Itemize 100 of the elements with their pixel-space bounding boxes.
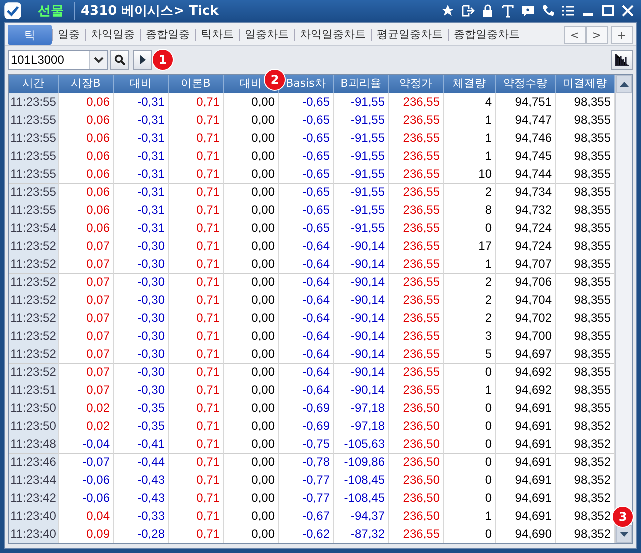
column-header: 시간 [9, 75, 59, 93]
table-cell: -0,30 [114, 273, 169, 291]
table-cell: -0,44 [114, 453, 169, 471]
tab[interactable]: 차익일중 [85, 29, 140, 41]
table-cell: 2 [444, 183, 496, 201]
time-cell: 11:23:55 [9, 165, 59, 183]
time-cell: 11:23:50 [9, 417, 59, 435]
table-cell: 0,71 [169, 453, 224, 471]
scroll-down-button[interactable] [616, 525, 632, 543]
table-cell: 0,07 [59, 273, 114, 291]
table-cell: -91,55 [334, 183, 389, 201]
star-icon[interactable] [441, 4, 455, 18]
down-arrow-icon [620, 532, 628, 536]
play-button[interactable] [133, 50, 152, 70]
table-cell: -0,07 [59, 453, 114, 471]
column-header: 대비 [114, 75, 169, 93]
time-cell: 11:23:52 [9, 255, 59, 273]
table-cell: 98,352 [556, 453, 615, 471]
table-cell: 0,00 [224, 453, 279, 471]
app-logo-icon [4, 2, 22, 20]
time-cell: 11:23:54 [9, 219, 59, 237]
table-cell: 0,71 [169, 183, 224, 201]
time-cell: 11:23:50 [9, 399, 59, 417]
maximize-icon[interactable] [601, 4, 615, 18]
table-cell: 236,50 [389, 453, 444, 471]
time-cell: 11:23:52 [9, 363, 59, 381]
time-cell: 11:23:51 [9, 381, 59, 399]
tab[interactable]: 일중 [52, 29, 85, 41]
table-cell: -109,86 [334, 453, 389, 471]
time-cell: 11:23:52 [9, 309, 59, 327]
table-cell: -90,14 [334, 363, 389, 381]
tab[interactable]: 일중차트 [239, 29, 294, 41]
table-cell: 0,71 [169, 273, 224, 291]
table-cell: 236,55 [389, 183, 444, 201]
time-cell: 11:23:55 [9, 111, 59, 129]
table-cell: 0,00 [224, 273, 279, 291]
time-cell: 11:23:42 [9, 489, 59, 507]
lock-icon[interactable] [481, 4, 495, 18]
code-combo-box[interactable]: 101L3000 [8, 50, 108, 70]
table-cell: 0,00 [224, 183, 279, 201]
scrollbar[interactable] [615, 75, 632, 543]
table-cell: 98,355 [556, 183, 615, 201]
table-cell: 2 [444, 273, 496, 291]
help-icon[interactable] [521, 4, 535, 18]
time-cell: 11:23:40 [9, 507, 59, 525]
add-tab-button[interactable]: + [611, 26, 633, 44]
font-icon[interactable] [501, 4, 515, 18]
time-cell: 11:23:52 [9, 237, 59, 255]
table-cell: -0,64 [279, 363, 334, 381]
table-cell: 94,734 [496, 183, 556, 201]
time-cell: 11:23:55 [9, 201, 59, 219]
time-cell: 11:23:44 [9, 471, 59, 489]
chart-button[interactable] [611, 50, 633, 70]
table-cell: 0 [444, 453, 496, 471]
column-header: 체결량 [444, 75, 496, 93]
time-cell: 11:23:52 [9, 345, 59, 363]
dropdown-button[interactable] [89, 51, 107, 69]
window-title: 4310 베이시스> Tick [81, 3, 220, 20]
close-icon[interactable] [621, 4, 635, 18]
table-cell: 94,691 [496, 453, 556, 471]
search-button[interactable] [110, 50, 129, 70]
tab[interactable]: 평균일중차트 [371, 29, 448, 41]
tab[interactable]: 틱차트 [195, 29, 239, 41]
table-cell: 0,07 [59, 363, 114, 381]
time-cell: 11:23:52 [9, 273, 59, 291]
phone-icon[interactable] [541, 4, 555, 18]
previous-tab-button[interactable]: < [564, 26, 586, 44]
table-cell: 236,55 [389, 363, 444, 381]
scroll-up-button[interactable] [616, 75, 632, 93]
time-cell: 11:23:48 [9, 435, 59, 453]
chevron-down-icon [94, 56, 104, 64]
table-cell: 98,355 [556, 363, 615, 381]
tab[interactable]: 종합일중 [140, 29, 195, 41]
list-icon[interactable] [561, 4, 575, 18]
column-header: B괴리율 [334, 75, 389, 93]
bar-chart-icon [615, 54, 629, 66]
table-cell: -0,64 [279, 273, 334, 291]
table-cell: -90,14 [334, 273, 389, 291]
table-cell: 98,355 [556, 273, 615, 291]
table-cell: -0,31 [114, 183, 169, 201]
table-cell: 0,06 [59, 183, 114, 201]
table-cell: 236,55 [389, 273, 444, 291]
table-cell: 0,71 [169, 363, 224, 381]
up-arrow-icon [620, 82, 628, 86]
tab[interactable]: 종합일중차트 [448, 29, 525, 41]
market-label: 선물 [28, 2, 75, 20]
time-cell: 11:23:40 [9, 525, 59, 543]
exit-icon[interactable] [461, 4, 475, 18]
time-cell: 11:23:55 [9, 129, 59, 147]
time-cell: 11:23:52 [9, 327, 59, 345]
column-header: 미결제량 [556, 75, 615, 93]
time-cell: 11:23:55 [9, 93, 59, 111]
table-cell: -0,30 [114, 363, 169, 381]
next-tab-button[interactable]: > [586, 26, 608, 44]
tab[interactable]: 차익일중차트 [294, 29, 371, 41]
table-cell: -0,78 [279, 453, 334, 471]
column-header: 약정가 [389, 75, 444, 93]
time-cell: 11:23:52 [9, 291, 59, 309]
column-header: 시장B [59, 75, 114, 93]
time-cell: 11:23:55 [9, 147, 59, 165]
